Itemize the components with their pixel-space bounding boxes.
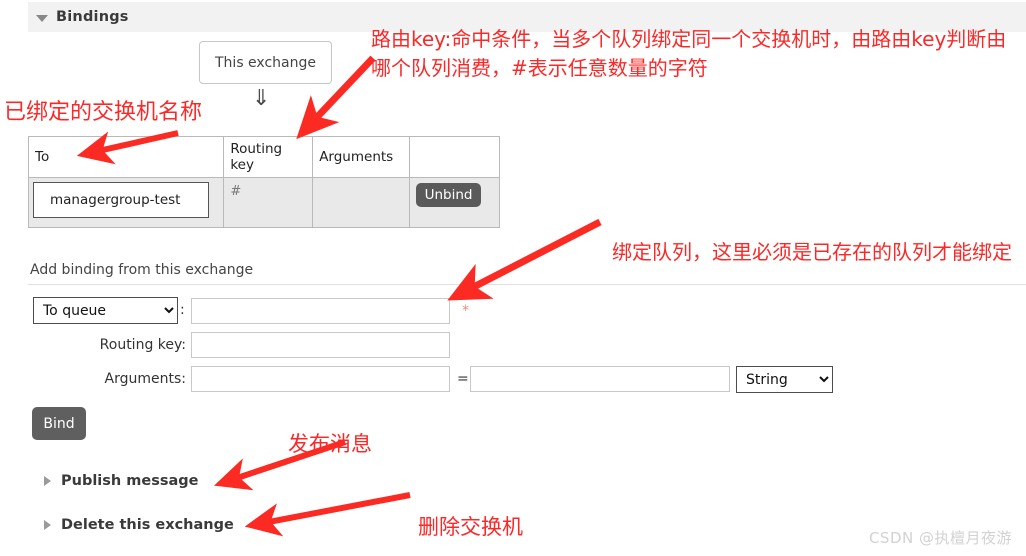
annotation-delete-exchange: 删除交换机 — [418, 515, 523, 539]
this-exchange-label: This exchange — [215, 54, 316, 71]
binding-destination-link[interactable]: managergroup-test — [33, 182, 209, 218]
watermark: CSDN @执檀月夜游 — [868, 529, 1012, 547]
table-header-row: To Routing key Arguments — [27, 136, 501, 178]
annotation-bind-queue-note: 绑定队列，这里必须是已存在的队列才能绑定 — [612, 240, 1012, 264]
add-binding-caption: Add binding from this exchange — [30, 262, 254, 278]
column-header-routing-key: Routing key — [223, 136, 314, 178]
cell-arguments — [312, 177, 410, 228]
triangle-down-icon — [36, 14, 48, 22]
column-header-arguments: Arguments — [312, 136, 410, 178]
arguments-label: Arguments: — [104, 371, 186, 387]
cell-actions: Unbind — [408, 177, 501, 228]
routing-key-label: Routing key: — [99, 337, 186, 353]
this-exchange-node: This exchange — [199, 41, 332, 84]
annotation-bound-exchange: 已绑定的交换机名称 — [4, 100, 203, 125]
flow-down-arrow-icon: ⇓ — [252, 86, 271, 111]
table-row: managergroup-test # Unbind — [27, 177, 501, 228]
annotation-routing-key-note: 路由key:命中条件，当多个队列绑定同一个交换机时，由路由key判断由哪个队列消… — [371, 27, 1007, 80]
column-header-actions — [408, 136, 501, 178]
unbind-button[interactable]: Unbind — [415, 183, 482, 207]
publish-message-label: Publish message — [61, 473, 199, 489]
annotation-publish-message: 发布消息 — [288, 432, 372, 456]
collapsible-delete-exchange[interactable]: Delete this exchange — [44, 517, 234, 533]
arguments-equals-sign: = — [457, 371, 469, 387]
cell-routing-key: # — [223, 177, 314, 228]
delete-exchange-label: Delete this exchange — [61, 517, 234, 533]
destination-input[interactable] — [191, 298, 450, 324]
form-divider — [28, 284, 1026, 285]
column-header-to: To — [27, 136, 225, 178]
cell-to: managergroup-test — [27, 177, 225, 228]
arguments-type-select[interactable]: String — [736, 366, 833, 393]
arrow-to-delete-exchange — [244, 492, 411, 537]
destination-type-select[interactable]: To queue — [33, 297, 178, 324]
destination-colon: : — [180, 302, 185, 318]
arguments-key-input[interactable] — [191, 366, 450, 392]
required-marker: * — [462, 303, 469, 319]
routing-key-input[interactable] — [191, 332, 450, 358]
triangle-right-icon — [44, 476, 51, 486]
triangle-right-icon — [44, 520, 51, 530]
binding-routing-key-value: # — [230, 184, 242, 199]
arguments-value-input[interactable] — [470, 366, 730, 392]
bind-button[interactable]: Bind — [32, 407, 86, 440]
collapsible-publish-message[interactable]: Publish message — [44, 473, 198, 489]
page-title: Bindings — [56, 9, 129, 25]
bindings-table: To Routing key Arguments managergroup-te… — [27, 136, 501, 228]
